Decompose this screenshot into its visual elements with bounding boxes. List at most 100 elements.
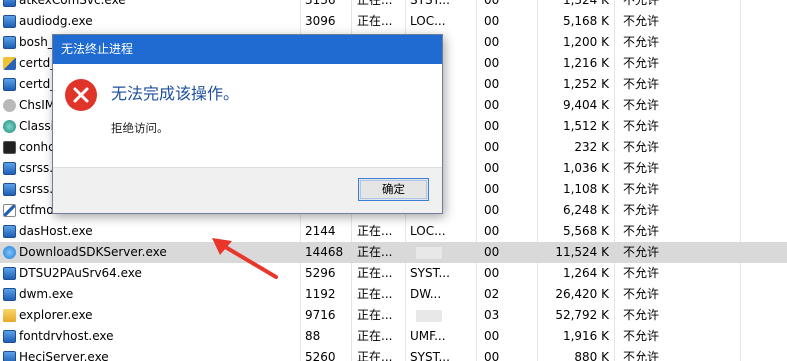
process-uac-virtualization: 不允许 [623,245,660,259]
process-row[interactable]: audiodg.exe 3096 正在... LOC... 00 5,168 K 不允许 [0,11,787,32]
process-pid: 9716 [305,308,336,322]
process-memory: 1,324 K [562,0,609,7]
process-row[interactable]: DownloadSDKServer.exe 14468 正在... 00 11,524 … [0,242,787,263]
process-cpu: 00 [484,119,500,133]
process-user: LOC... [410,224,446,238]
process-icon [3,179,17,200]
annotation-arrow-icon [212,238,278,279]
error-dialog: 无法终止进程 无法完成该操作。 拒绝访问。 确定 [52,34,443,214]
redacted-block [416,246,442,259]
process-status: 正在... [357,287,393,301]
process-user: DW... [410,287,442,301]
process-row[interactable]: DTSU2PAuSrv64.exe 5296 正在... SYST... 00 1,264… [0,263,787,284]
process-pid: 2144 [305,224,336,238]
process-uac-virtualization: 不允许 [623,35,660,49]
dialog-detail: 拒绝访问。 [111,121,169,135]
process-pid: 1192 [305,287,336,301]
process-uac-virtualization: 不允许 [623,161,660,175]
process-memory: 1,916 K [562,329,609,343]
process-icon [3,242,17,263]
process-memory: 26,420 K [555,287,609,301]
process-cpu: 00 [484,182,500,196]
process-uac-virtualization: 不允许 [623,14,660,28]
process-memory: 5,168 K [562,14,609,28]
process-memory: 1,216 K [562,56,609,70]
process-user: SYST... [410,350,450,361]
process-uac-virtualization: 不允许 [623,119,660,133]
process-icon [3,221,17,242]
process-uac-virtualization: 不允许 [623,350,660,361]
process-uac-virtualization: 不允许 [623,224,660,238]
process-uac-virtualization: 不允许 [623,308,660,322]
process-uac-virtualization: 不允许 [623,203,660,217]
process-cpu: 00 [484,161,500,175]
process-icon [3,74,17,95]
process-cpu: 00 [484,329,500,343]
process-row[interactable]: explorer.exe 9716 正在... 03 52,792 K 不允许 [0,305,787,326]
process-user [410,305,470,326]
process-row[interactable]: HeciServer.exe 5260 正在... SYST... 00 880 K 不允许 [0,347,787,361]
process-uac-virtualization: 不允许 [623,287,660,301]
process-pid: 3136 [305,0,336,7]
process-memory: 11,524 K [555,245,609,259]
process-cpu: 00 [484,35,500,49]
process-icon [3,200,17,221]
process-status: 正在... [357,350,393,361]
process-row[interactable]: dwm.exe 1192 正在... DW... 02 26,420 K 不允许 [0,284,787,305]
process-status: 正在... [357,14,393,28]
process-user: SYST... [410,0,450,7]
process-user [410,242,470,263]
process-memory: 9,404 K [562,98,609,112]
ok-button[interactable]: 确定 [358,178,429,201]
process-icon [3,158,17,179]
process-memory: 5,568 K [562,224,609,238]
process-uac-virtualization: 不允许 [623,329,660,343]
process-name: explorer.exe [19,308,93,322]
process-pid: 5260 [305,350,336,361]
process-memory: 6,248 K [562,203,609,217]
process-icon [3,95,17,116]
process-cpu: 00 [484,245,500,259]
process-name: atkexComSvc.exe [19,0,126,7]
process-icon [3,137,17,158]
process-cpu: 00 [484,224,500,238]
process-icon [3,53,17,74]
process-uac-virtualization: 不允许 [623,98,660,112]
process-row[interactable]: fontdrvhost.exe 88 正在... UMF... 00 1,916 K 不允许 [0,326,787,347]
process-cpu: 00 [484,203,500,217]
process-cpu: 00 [484,77,500,91]
process-memory: 232 K [574,140,609,154]
process-icon [3,284,17,305]
process-icon [3,116,17,137]
process-uac-virtualization: 不允许 [623,77,660,91]
process-pid: 3096 [305,14,336,28]
process-uac-virtualization: 不允许 [623,56,660,70]
process-icon [3,0,17,11]
process-icon [3,305,17,326]
process-pid: 88 [305,329,321,343]
process-icon [3,326,17,347]
process-icon [3,11,17,32]
process-cpu: 02 [484,287,500,301]
process-user: UMF... [410,329,446,343]
dialog-title: 无法终止进程 [53,35,442,64]
process-memory: 1,512 K [562,119,609,133]
process-user: SYST... [410,266,450,280]
process-row[interactable]: atkexComSvc.exe 3136 正在... SYST... 00 1,324 K… [0,0,787,11]
error-icon [65,79,97,111]
process-uac-virtualization: 不允许 [623,182,660,196]
process-pid: 5296 [305,266,336,280]
process-icon [3,347,17,361]
process-pid: 14468 [305,245,344,259]
process-cpu: 00 [484,98,500,112]
process-cpu: 00 [484,350,500,361]
process-status: 正在... [357,266,393,280]
process-status: 正在... [357,224,393,238]
process-row[interactable]: dasHost.exe 2144 正在... LOC... 00 5,568 K 不允许 [0,221,787,242]
dialog-message: 无法完成该操作。 [111,84,240,103]
process-name: dwm.exe [19,287,74,301]
process-memory: 880 K [574,350,609,361]
process-status: 正在... [357,329,393,343]
process-status: 正在... [357,0,393,7]
process-cpu: 00 [484,140,500,154]
